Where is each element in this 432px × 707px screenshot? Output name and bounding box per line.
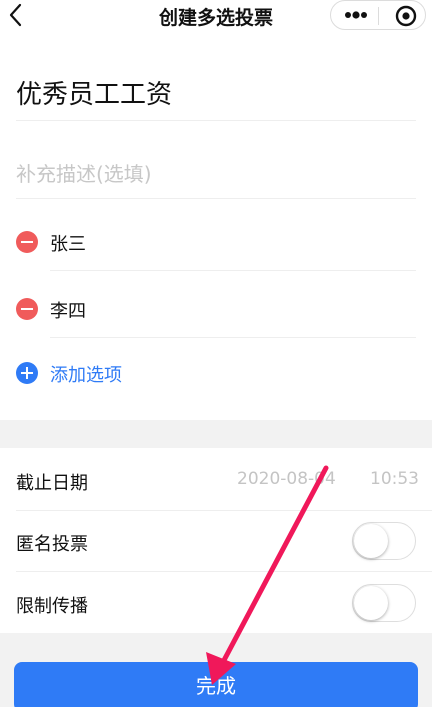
description-input[interactable]: 补充描述(选填): [16, 158, 152, 187]
deadline-label: 截止日期: [16, 473, 88, 494]
anonymous-label: 匿名投票: [16, 534, 88, 555]
divider: [16, 510, 432, 511]
navigation-bar: 创建多选投票: [0, 0, 432, 32]
target-circle-icon[interactable]: [395, 5, 417, 27]
divider: [50, 337, 416, 338]
toggle-knob: [354, 586, 388, 620]
remove-circle-icon[interactable]: [16, 298, 38, 320]
section-gap: [0, 420, 432, 448]
done-button[interactable]: 完成: [14, 662, 418, 707]
add-option-button[interactable]: 添加选项: [16, 358, 416, 388]
option-label[interactable]: 李四: [50, 297, 86, 323]
deadline-date[interactable]: 2020-08-04: [237, 469, 336, 489]
add-circle-icon: [16, 362, 38, 384]
remove-circle-icon[interactable]: [16, 231, 38, 253]
limit-share-label: 限制传播: [16, 596, 88, 617]
vote-title-input[interactable]: 优秀员工工资: [16, 74, 172, 111]
toggle-knob: [354, 524, 388, 558]
limit-share-toggle[interactable]: [352, 584, 416, 622]
add-option-label: 添加选项: [50, 365, 122, 386]
divider: [16, 198, 416, 199]
anonymous-toggle[interactable]: [352, 522, 416, 560]
divider: [50, 270, 416, 271]
option-row: 李四: [16, 294, 416, 324]
deadline-time[interactable]: 10:53: [370, 469, 419, 489]
mini-program-capsule: [330, 0, 426, 30]
capsule-divider: [378, 7, 379, 25]
option-label[interactable]: 张三: [50, 230, 86, 256]
divider: [16, 571, 432, 572]
divider: [16, 120, 416, 121]
option-row: 张三: [16, 227, 416, 257]
more-dots-icon[interactable]: [345, 11, 367, 19]
